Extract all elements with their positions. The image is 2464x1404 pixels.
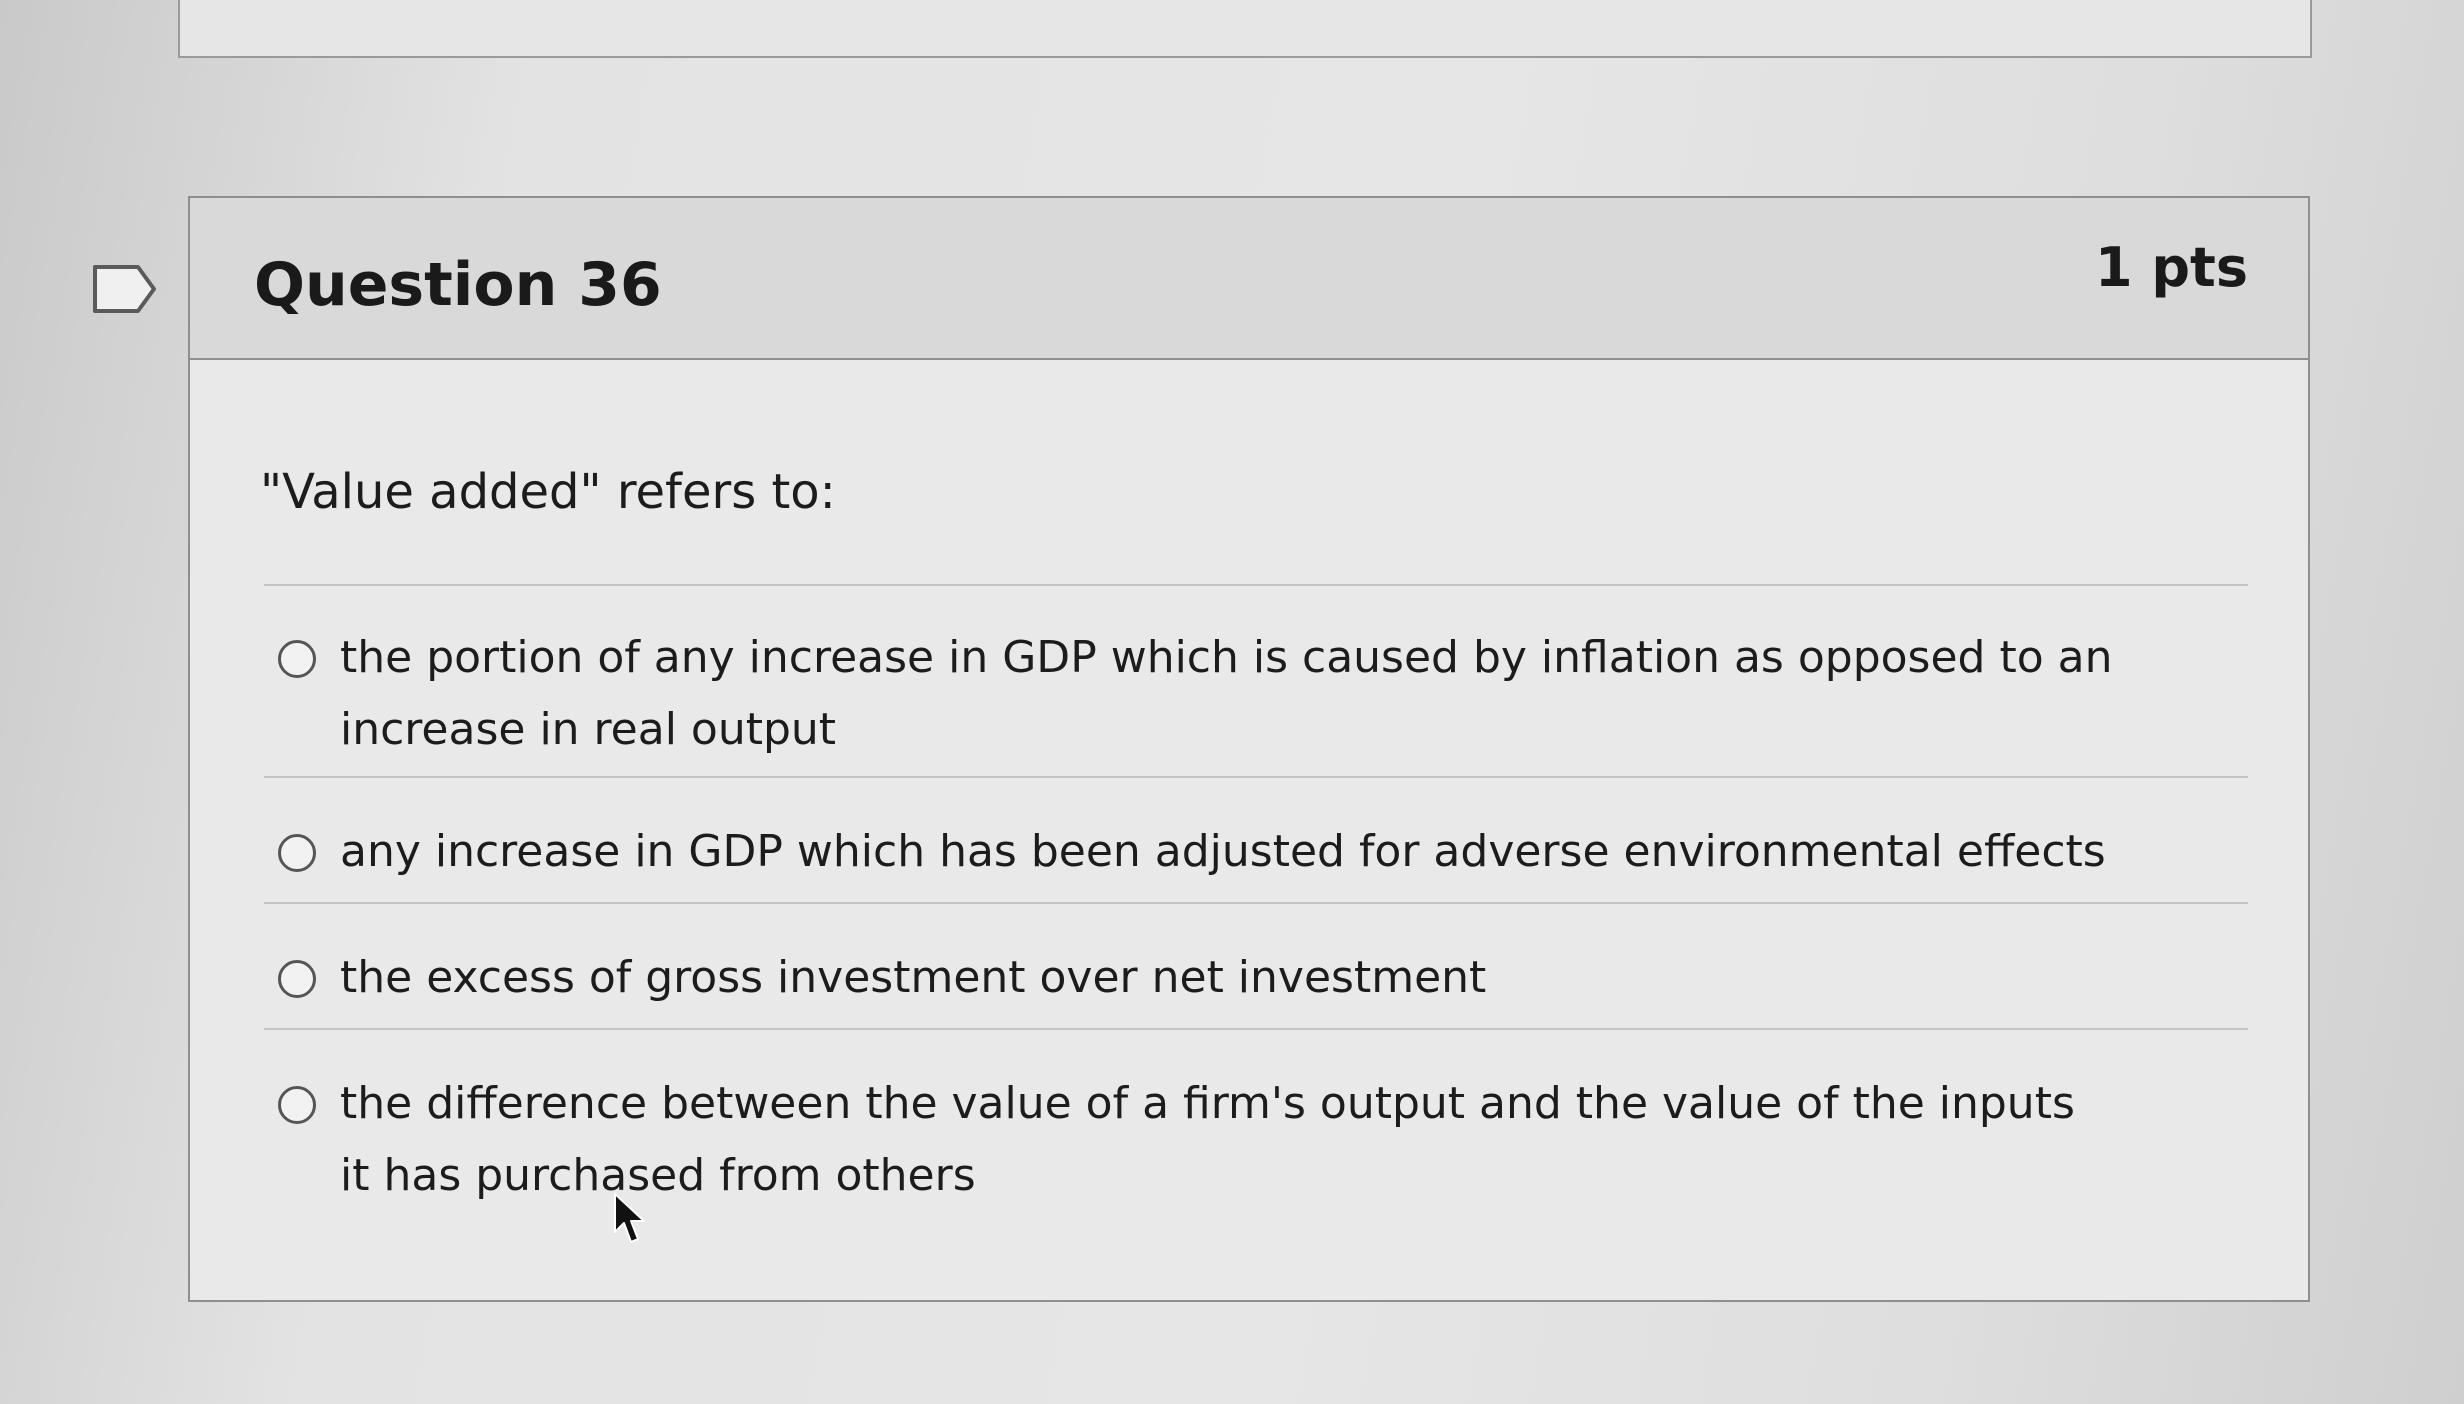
question-prompt: "Value added" refers to: bbox=[260, 464, 836, 520]
answer-label[interactable]: the excess of gross investment over net … bbox=[340, 942, 1486, 1014]
radio-button[interactable] bbox=[278, 1086, 316, 1124]
question-points: 1 pts bbox=[2095, 236, 2248, 299]
answer-label[interactable]: the portion of any increase in GDP which… bbox=[340, 622, 2230, 766]
answer-label[interactable]: the difference between the value of a fi… bbox=[340, 1068, 2100, 1212]
question-title: Question 36 bbox=[254, 250, 662, 320]
question-card: Question 36 1 pts "Value added" refers t… bbox=[188, 196, 2310, 1302]
radio-button[interactable] bbox=[278, 834, 316, 872]
previous-question-card bbox=[178, 0, 2312, 58]
flag-icon bbox=[93, 265, 156, 313]
answer-option[interactable]: the difference between the value of a fi… bbox=[264, 1028, 2248, 1228]
answer-list: the portion of any increase in GDP which… bbox=[264, 584, 2248, 1228]
answer-option[interactable]: any increase in GDP which has been adjus… bbox=[264, 776, 2248, 902]
answer-option[interactable]: the excess of gross investment over net … bbox=[264, 902, 2248, 1028]
question-header: Question 36 1 pts bbox=[190, 198, 2308, 360]
mouse-pointer-icon bbox=[614, 1193, 645, 1243]
radio-button[interactable] bbox=[278, 640, 316, 678]
flag-question-button[interactable] bbox=[92, 264, 158, 314]
answer-option[interactable]: the portion of any increase in GDP which… bbox=[264, 584, 2248, 776]
answer-label[interactable]: any increase in GDP which has been adjus… bbox=[340, 816, 2106, 888]
radio-button[interactable] bbox=[278, 960, 316, 998]
